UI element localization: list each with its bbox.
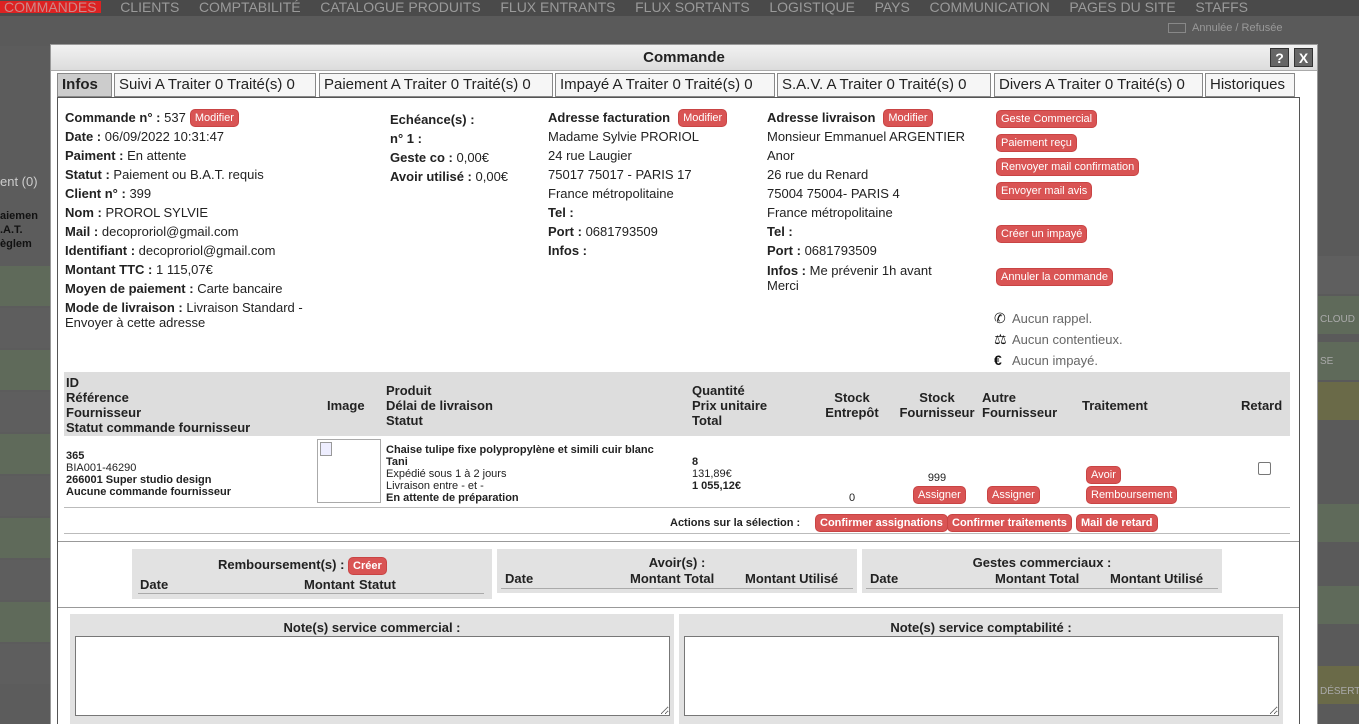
delivery-mode: Livraison Standard - xyxy=(186,300,303,315)
tab-divers[interactable]: Divers A Traiter 0 Traité(s) 0 xyxy=(994,73,1203,97)
tab-paiement[interactable]: Paiement A Traiter 0 Traité(s) 0 xyxy=(319,73,553,97)
create-unpaid-button[interactable]: Créer un impayé xyxy=(996,225,1088,243)
background-strip xyxy=(0,16,1359,46)
close-button[interactable]: X xyxy=(1294,48,1313,67)
commercial-notes-box: Note(s) service commercial : xyxy=(70,614,674,724)
bg-nav-item: PAGES DU SITE xyxy=(1069,0,1176,15)
bg-filter-swatch xyxy=(1168,23,1186,34)
stock-fournisseur: 999 xyxy=(927,472,947,484)
phone-icon: ✆ xyxy=(994,310,1006,326)
billing-address: Adresse facturation Modifier Madame Sylvi… xyxy=(548,108,758,260)
client-number: 399 xyxy=(129,186,152,201)
avoir-button[interactable]: Avoir xyxy=(1086,466,1121,484)
geste-commercial-button[interactable]: Geste Commercial xyxy=(996,110,1098,128)
bg-filter-label: Annulée / Refusée xyxy=(1168,22,1283,34)
infos-panel: Commande n° : 537 Modifier Date : 06/09/2… xyxy=(57,97,1300,724)
late-checkbox[interactable] xyxy=(1258,462,1271,475)
status-lines: ✆ Aucun rappel. ⚖ Aucun contentieux. € Aucu… xyxy=(994,310,1123,368)
bg-nav-item: FLUX SORTANTS xyxy=(635,0,750,15)
client-mail: decoproriol@gmail.com xyxy=(101,224,239,239)
delivery-mode-detail: Envoyer à cette adresse xyxy=(65,315,206,330)
product-image[interactable] xyxy=(317,439,381,503)
tab-suivi[interactable]: Suivi A Traiter 0 Traité(s) 0 xyxy=(114,73,316,97)
late-mail-button[interactable]: Mail de retard xyxy=(1076,514,1158,532)
tab-sav[interactable]: S.A.V. A Traiter 0 Traité(s) 0 xyxy=(777,73,991,97)
stock-entrepot: 0 xyxy=(848,492,856,504)
shipping-port: 0681793509 xyxy=(804,243,877,258)
refund-button[interactable]: Remboursement xyxy=(1086,486,1178,504)
order-dialog: Commande ? X Infos Suivi A Traiter 0 Tra… xyxy=(50,44,1318,724)
send-review-mail-button[interactable]: Envoyer mail avis xyxy=(996,182,1093,200)
selection-actions: Actions sur la sélection : Confirmer ass… xyxy=(64,512,1290,534)
client-name: PROROL SYLVIE xyxy=(105,205,209,220)
bg-nav-item: LOGISTIQUE xyxy=(769,0,855,15)
assign-supplier-stock-button[interactable]: Assigner xyxy=(913,486,966,504)
bg-nav-item: PAYS xyxy=(874,0,910,15)
background-left-list: ent (0) aiemen .A.T. èglem xyxy=(0,46,50,724)
modify-shipping-button[interactable]: Modifier xyxy=(883,109,933,127)
confirm-treatments-button[interactable]: Confirmer traitements xyxy=(947,514,1072,532)
dialog-titlebar[interactable]: Commande ? X xyxy=(51,45,1317,71)
echeance-details: Echéance(s) : n° 1 : Geste co : 0,00€ Av… xyxy=(390,112,509,184)
bg-nav-item: FLUX ENTRANTS xyxy=(500,0,616,15)
dialog-title: Commande xyxy=(643,49,725,66)
confirm-assignments-button[interactable]: Confirmer assignations xyxy=(815,514,948,532)
client-login: decoproriol@gmail.com xyxy=(138,243,276,258)
order-details: Commande n° : 537 Modifier Date : 06/09/2… xyxy=(65,109,303,330)
bg-nav-item: STAFFS xyxy=(1195,0,1248,15)
scales-icon: ⚖ xyxy=(994,331,1007,347)
broken-image-icon xyxy=(320,442,332,456)
bg-nav-item: COMMUNICATION xyxy=(929,0,1050,15)
payment-received-button[interactable]: Paiement reçu xyxy=(996,134,1077,152)
modify-billing-button[interactable]: Modifier xyxy=(678,109,728,127)
avoir-amount: 0,00€ xyxy=(475,169,509,184)
bg-nav-item: COMPTABILITÉ xyxy=(198,0,301,15)
refunds-box: Remboursement(s) : Créer Date Montant St… xyxy=(132,549,492,599)
table-row: 365 BIA001-46290 266001 Super studio des… xyxy=(64,436,1290,508)
resend-confirmation-button[interactable]: Renvoyer mail confirmation xyxy=(996,158,1140,176)
order-amount: 1 115,07€ xyxy=(156,262,213,277)
geste-amount: 0,00€ xyxy=(456,150,490,165)
background-nav: COMMANDES CLIENTS COMPTABILITÉ CATALOGUE… xyxy=(0,0,1359,16)
create-refund-button[interactable]: Créer xyxy=(348,557,387,575)
tab-impaye[interactable]: Impayé A Traiter 0 Traité(s) 0 xyxy=(555,73,775,97)
order-number: 537 xyxy=(164,110,186,125)
payment-method: Carte bancaire xyxy=(197,281,283,296)
order-date: 06/09/2022 10:31:47 xyxy=(104,129,225,144)
billing-port: 0681793509 xyxy=(585,224,658,239)
euro-icon: € xyxy=(994,352,1002,368)
bg-nav-item: CLIENTS xyxy=(120,0,180,15)
commercial-notes-textarea[interactable] xyxy=(75,636,670,716)
assign-other-supplier-button[interactable]: Assigner xyxy=(987,486,1040,504)
bg-nav-item: COMMANDES xyxy=(0,0,101,14)
gestures-box: Gestes commerciaux : Date Montant Total … xyxy=(862,549,1222,593)
help-button[interactable]: ? xyxy=(1270,48,1289,67)
accounting-notes-box: Note(s) service comptabilité : xyxy=(679,614,1283,724)
accounting-notes-textarea[interactable] xyxy=(684,636,1279,716)
tab-historiques[interactable]: Historiques xyxy=(1205,73,1295,97)
background-right-list: CLOUD SE DÉSERT xyxy=(1318,46,1359,724)
tab-infos[interactable]: Infos xyxy=(57,73,112,97)
order-status: Paiement ou B.A.T. requis xyxy=(113,167,264,182)
products-table-header: ID Référence Fournisseur Statut commande… xyxy=(64,372,1290,436)
modify-order-button[interactable]: Modifier xyxy=(189,109,239,127)
order-payment: En attente xyxy=(127,148,187,163)
shipping-address: Adresse livraison Modifier Monsieur Emman… xyxy=(767,109,965,293)
cancel-order-button[interactable]: Annuler la commande xyxy=(996,268,1114,286)
bg-nav-item: CATALOGUE PRODUITS xyxy=(320,0,481,15)
avoirs-box: Avoir(s) : Date Montant Total Montant Ut… xyxy=(497,549,857,593)
